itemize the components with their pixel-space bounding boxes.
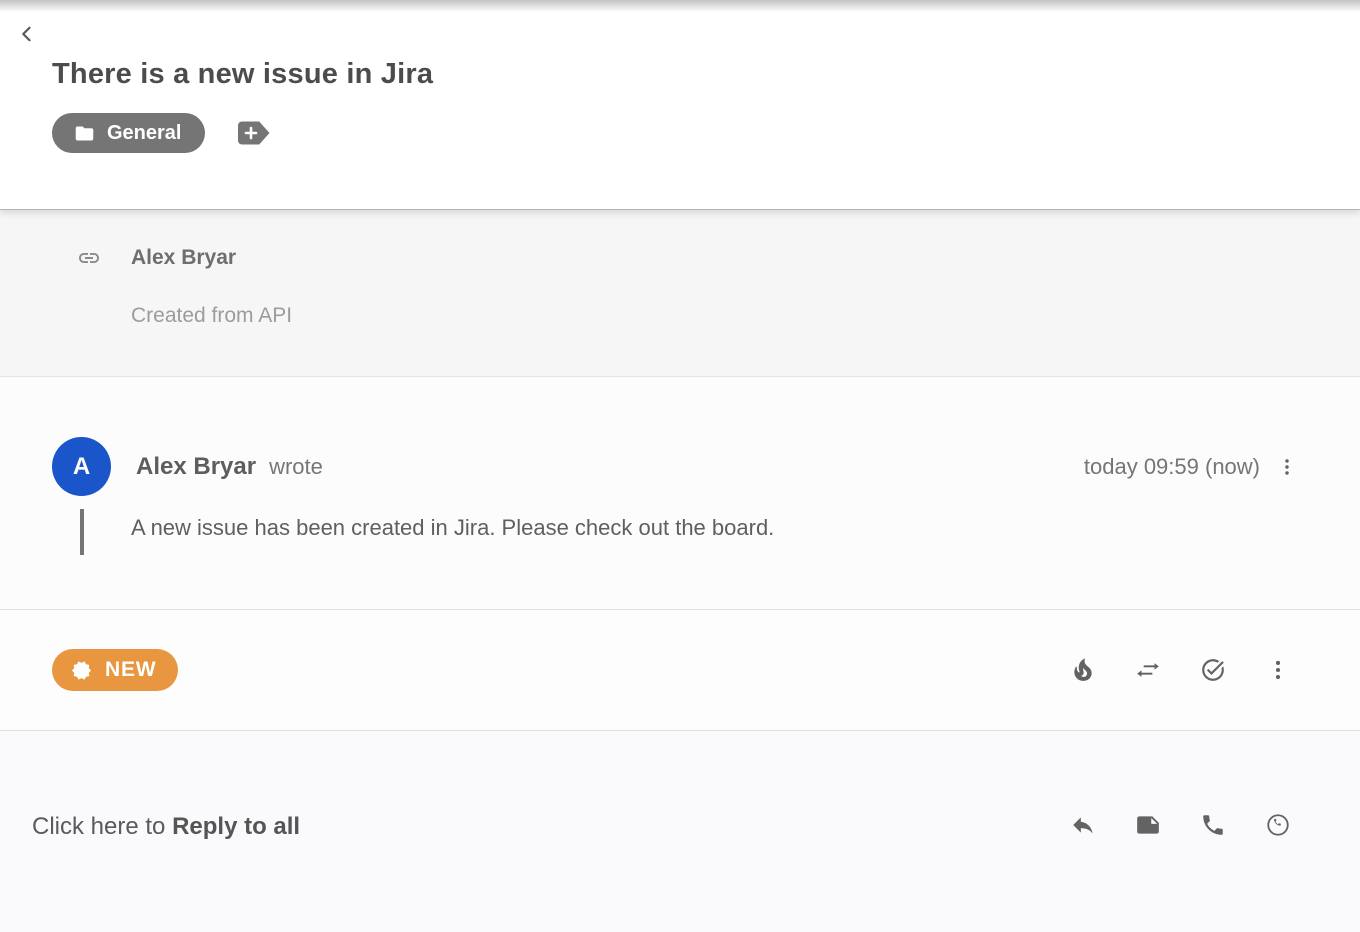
ticket-header: There is a new issue in Jira General [0, 0, 1360, 210]
new-seal-icon [70, 659, 93, 682]
tag-row: General [52, 113, 1308, 153]
category-chip-general[interactable]: General [52, 113, 205, 153]
message-menu-button[interactable] [1274, 454, 1300, 480]
message-header: A Alex Bryar wrote today 09:59 (now) [52, 437, 1300, 496]
back-button[interactable] [16, 23, 38, 45]
reply-bar[interactable]: Click here to Reply to all [0, 731, 1360, 932]
reply-icon [1070, 812, 1096, 838]
ticket-source-label: Created from API [131, 304, 1308, 328]
task-check-icon [1200, 657, 1226, 683]
avatar: A [52, 437, 111, 496]
whatsapp-button[interactable] [1264, 811, 1292, 839]
message-timestamp: today 09:59 (now) [1084, 454, 1260, 480]
call-button[interactable] [1199, 811, 1227, 839]
folder-icon [74, 123, 95, 144]
transfer-button[interactable] [1134, 656, 1162, 684]
status-badge-label: NEW [105, 658, 156, 682]
more-actions-button[interactable] [1264, 656, 1292, 684]
status-action-row: NEW [0, 610, 1360, 731]
add-tag-button[interactable] [237, 120, 271, 146]
message-author: Alex Bryar [136, 453, 256, 481]
message-card: A Alex Bryar wrote today 09:59 (now) A n… [0, 377, 1360, 610]
urgency-button[interactable] [1069, 656, 1097, 684]
status-badge: NEW [52, 649, 178, 691]
reply-prompt[interactable]: Click here to Reply to all [32, 813, 300, 841]
message-action-word: wrote [269, 454, 323, 480]
add-tag-icon [237, 120, 271, 146]
linked-user-name: Alex Bryar [131, 246, 236, 270]
page-title: There is a new issue in Jira [52, 58, 1308, 91]
message-body-row: A new issue has been created in Jira. Pl… [52, 509, 1300, 555]
reply-prompt-action: Reply to all [172, 813, 300, 840]
flame-icon [1070, 657, 1096, 683]
back-chevron-icon [17, 24, 37, 44]
quote-bar [80, 509, 84, 555]
reply-prompt-prefix: Click here to [32, 813, 172, 840]
kebab-menu-icon [1265, 657, 1291, 683]
whatsapp-icon [1265, 812, 1291, 838]
message-body: A new issue has been created in Jira. Pl… [131, 515, 774, 555]
category-chip-label: General [107, 122, 181, 145]
note-icon [1135, 812, 1161, 838]
resolve-button[interactable] [1199, 656, 1227, 684]
reply-button[interactable] [1069, 811, 1097, 839]
phone-icon [1200, 812, 1226, 838]
linked-user-row: Alex Bryar [52, 246, 1308, 270]
ticket-meta-section: Alex Bryar Created from API [0, 210, 1360, 377]
link-icon [75, 246, 103, 270]
note-button[interactable] [1134, 811, 1162, 839]
swap-arrows-icon [1135, 657, 1161, 683]
kebab-menu-icon [1276, 456, 1298, 478]
